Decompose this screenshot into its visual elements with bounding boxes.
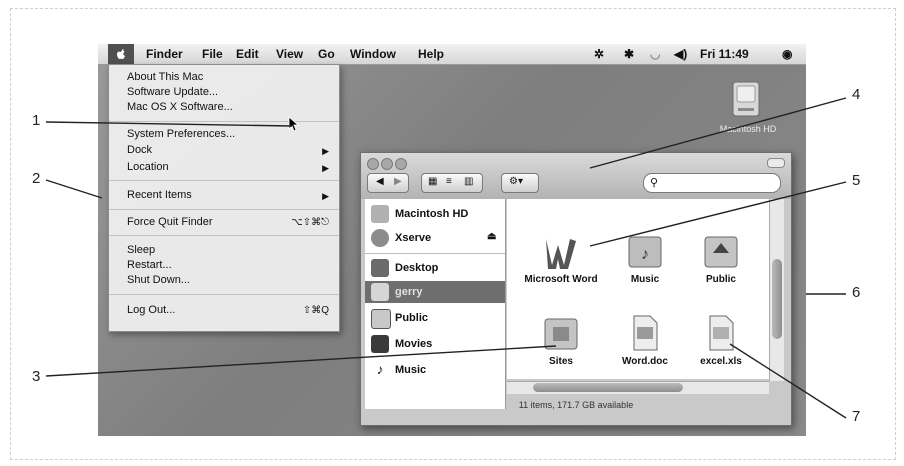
callout-line-1: [45, 121, 293, 127]
callout-1: 1: [32, 112, 41, 129]
callout-2: 2: [32, 170, 41, 187]
callout-line-5: [589, 181, 847, 247]
callout-lines: [45, 97, 847, 419]
callout-3: 3: [32, 368, 41, 385]
callout-line-4: [589, 97, 847, 169]
callout-6: 6: [852, 284, 861, 301]
callout-line-2: [45, 179, 103, 199]
callout-7: 7: [852, 408, 861, 425]
callout-5: 5: [852, 172, 861, 189]
callout-line-7: [729, 343, 847, 419]
callout-line-3: [45, 345, 557, 377]
callout-4: 4: [852, 86, 861, 103]
